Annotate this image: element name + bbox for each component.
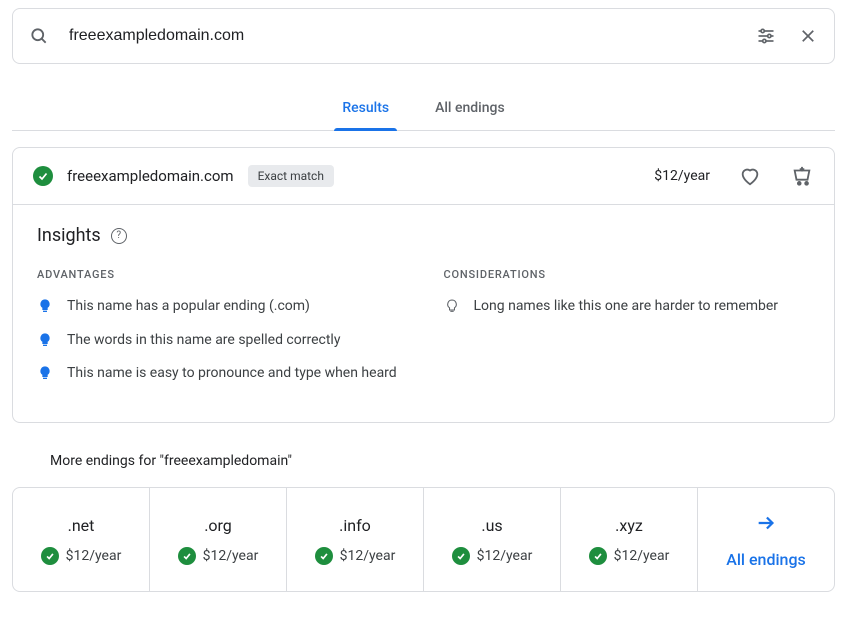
all-endings-label: All endings — [726, 550, 806, 569]
advantage-text: This name has a popular ending (.com) — [67, 297, 310, 317]
favorite-icon[interactable] — [738, 164, 762, 188]
check-icon — [315, 547, 333, 565]
advantage-text: The words in this name are spelled corre… — [67, 331, 340, 351]
ending-cell[interactable]: .info $12/year — [287, 488, 424, 591]
result-row[interactable]: freeexampledomain.com Exact match $12/ye… — [13, 148, 834, 205]
result-card: freeexampledomain.com Exact match $12/ye… — [12, 147, 835, 423]
ending-ext: .us — [481, 516, 502, 535]
bulb-icon — [37, 332, 53, 348]
ending-cell[interactable]: .org $12/year — [150, 488, 287, 591]
check-icon — [589, 547, 607, 565]
endings-grid: .net $12/year .org $12/year .info $12/ye… — [12, 487, 835, 592]
bulb-icon — [37, 365, 53, 381]
ending-price: $12/year — [66, 548, 122, 564]
ending-ext: .net — [68, 516, 95, 535]
close-icon[interactable] — [796, 24, 820, 48]
all-endings-link[interactable]: All endings — [698, 488, 834, 591]
check-icon — [178, 547, 196, 565]
search-input[interactable] — [69, 27, 736, 45]
add-to-cart-icon[interactable] — [790, 164, 814, 188]
check-icon — [33, 166, 53, 186]
consideration-text: Long names like this one are harder to r… — [474, 297, 779, 317]
check-icon — [41, 547, 59, 565]
ending-ext: .xyz — [615, 516, 643, 535]
ending-ext: .org — [204, 516, 232, 535]
considerations-heading: CONSIDERATIONS — [444, 268, 811, 281]
ending-cell[interactable]: .us $12/year — [424, 488, 561, 591]
considerations-column: CONSIDERATIONS Long names like this one … — [444, 268, 811, 398]
arrow-right-icon — [755, 512, 777, 534]
ending-price: $12/year — [203, 548, 259, 564]
tabs: Results All endings — [12, 88, 835, 131]
insights-title: Insights — [37, 225, 101, 246]
check-icon — [452, 547, 470, 565]
price-label: $12/year — [654, 168, 710, 184]
bulb-icon — [37, 298, 53, 314]
ending-price: $12/year — [477, 548, 533, 564]
more-endings-title: More endings for "freeexampledomain" — [50, 453, 835, 469]
ending-cell[interactable]: .net $12/year — [13, 488, 150, 591]
search-bar — [12, 8, 835, 64]
help-icon[interactable]: ? — [111, 228, 127, 244]
filter-icon[interactable] — [754, 24, 778, 48]
advantages-column: ADVANTAGES This name has a popular endin… — [37, 268, 404, 398]
ending-ext: .info — [339, 516, 371, 535]
advantage-item: The words in this name are spelled corre… — [37, 331, 404, 351]
consideration-item: Long names like this one are harder to r… — [444, 297, 811, 317]
exact-match-badge: Exact match — [248, 165, 334, 187]
bulb-outline-icon — [444, 298, 460, 314]
ending-price: $12/year — [340, 548, 396, 564]
tab-results[interactable]: Results — [338, 88, 393, 130]
ending-cell[interactable]: .xyz $12/year — [561, 488, 698, 591]
tab-all-endings[interactable]: All endings — [431, 88, 509, 130]
advantage-item: This name is easy to pronounce and type … — [37, 364, 404, 384]
ending-price: $12/year — [614, 548, 670, 564]
domain-name: freeexampledomain.com — [67, 167, 234, 185]
insights-section: Insights ? ADVANTAGES This name has a po… — [13, 205, 834, 422]
advantage-item: This name has a popular ending (.com) — [37, 297, 404, 317]
advantage-text: This name is easy to pronounce and type … — [67, 364, 397, 384]
search-icon — [27, 24, 51, 48]
advantages-heading: ADVANTAGES — [37, 268, 404, 281]
